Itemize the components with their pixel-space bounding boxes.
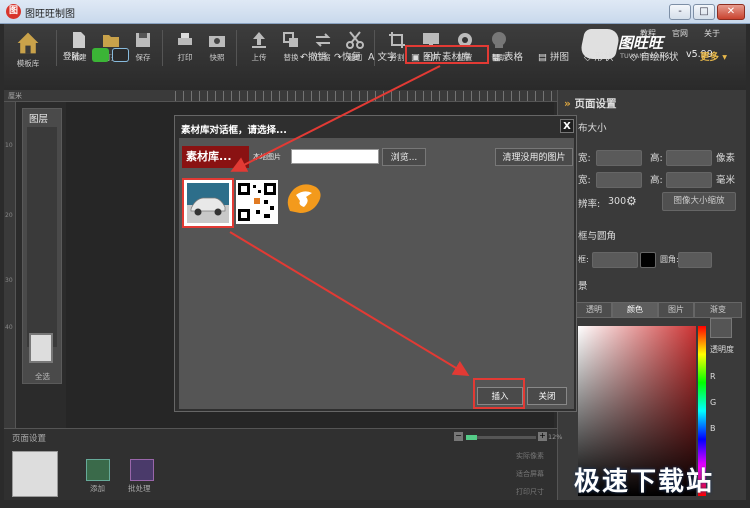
watermark-text: 极速下载站 — [574, 467, 715, 497]
annotation-arrows — [229, 65, 470, 377]
arrow-to-insert — [229, 231, 470, 377]
watermark: 极速下载站 — [574, 455, 750, 499]
arrow-to-material — [230, 65, 441, 172]
